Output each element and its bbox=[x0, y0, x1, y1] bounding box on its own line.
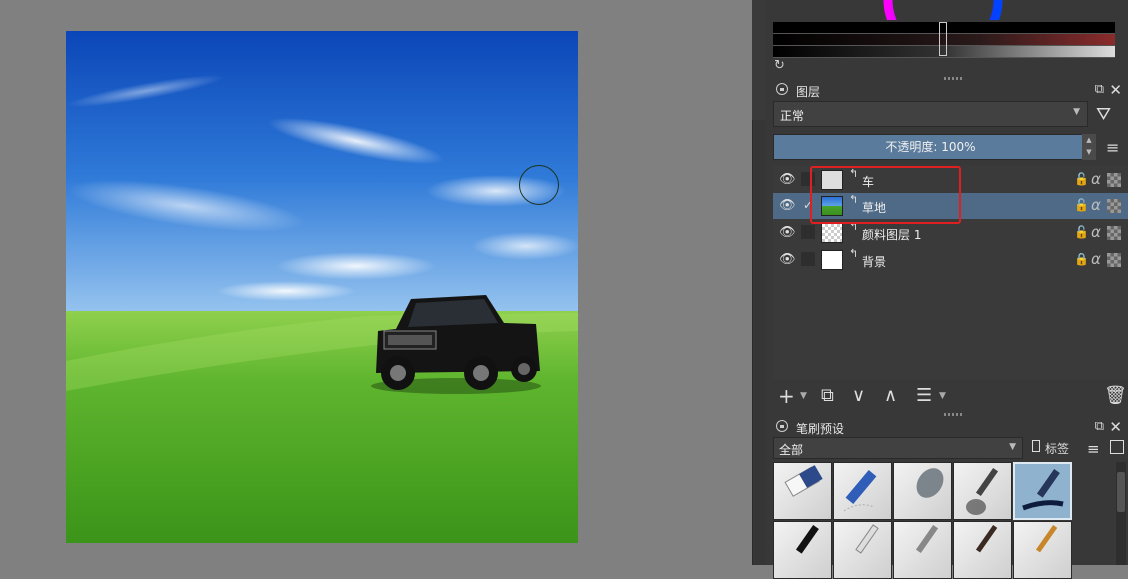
delete-layer-icon[interactable]: 🗑 bbox=[1104, 383, 1127, 409]
inherit-alpha-icon[interactable] bbox=[1107, 199, 1121, 213]
float-panel-icon[interactable]: ⧉ bbox=[1095, 82, 1104, 97]
preset-brush-orange[interactable] bbox=[1013, 521, 1072, 579]
preset-ink-pen[interactable] bbox=[953, 462, 1012, 520]
alpha-lock-icon[interactable]: α bbox=[1091, 170, 1101, 188]
color-gradient-strips[interactable] bbox=[773, 22, 1115, 58]
opacity-label: 不透明度: 100% bbox=[885, 140, 976, 154]
lock-icon[interactable]: 🔒 bbox=[1074, 252, 1089, 266]
close-icon[interactable]: ✕ bbox=[1109, 81, 1122, 99]
unlock-icon[interactable]: 🔓 bbox=[1074, 198, 1089, 212]
layers-panel-title: 图层 bbox=[796, 85, 821, 99]
layer-name: 颜料图层 1 bbox=[862, 228, 922, 242]
layer-properties-icon[interactable]: ☰ bbox=[916, 383, 932, 409]
preset-filter-select[interactable]: 全部 ▼ bbox=[773, 437, 1023, 459]
float-panel-icon[interactable]: ⧉ bbox=[1095, 419, 1104, 434]
color-strip-handle[interactable] bbox=[939, 22, 947, 56]
preset-brush-dark[interactable] bbox=[953, 521, 1012, 579]
brush-outline-cursor bbox=[519, 165, 559, 205]
layer-active-checkbox[interactable] bbox=[801, 252, 815, 266]
eye-icon[interactable]: 👁 bbox=[779, 225, 796, 240]
inherit-alpha-icon[interactable] bbox=[1107, 253, 1121, 267]
layers-panel-header: 图层 ⧉ ✕ bbox=[766, 80, 1128, 100]
inherit-alpha-icon[interactable] bbox=[1107, 226, 1121, 240]
canvas-area[interactable] bbox=[0, 0, 752, 565]
filter-icon[interactable]: ⛛ bbox=[1096, 104, 1111, 125]
image-canvas[interactable] bbox=[66, 31, 578, 543]
preset-scrollbar[interactable] bbox=[1116, 462, 1126, 565]
opacity-spin-buttons[interactable]: ▲ ▼ bbox=[1082, 134, 1096, 160]
add-layer-icon[interactable]: + bbox=[778, 383, 795, 409]
move-up-icon[interactable]: ∧ bbox=[884, 383, 897, 409]
alpha-lock-icon[interactable]: α bbox=[1091, 223, 1101, 241]
layer-name: 背景 bbox=[862, 255, 887, 269]
blend-mode-value: 正常 bbox=[780, 109, 805, 123]
eye-icon[interactable]: 👁 bbox=[779, 172, 796, 187]
blend-mode-select[interactable]: 正常 ▼ bbox=[773, 101, 1088, 127]
preset-marker[interactable] bbox=[833, 462, 892, 520]
chevron-down-icon: ▼ bbox=[1073, 107, 1080, 117]
preset-blue-pen-selected[interactable] bbox=[1013, 462, 1072, 520]
inherit-alpha-icon[interactable] bbox=[1107, 173, 1121, 187]
tag-button[interactable]: 标签 bbox=[1028, 437, 1082, 459]
layer-toolbar: + ▼ ⧉ ∨ ∧ ☰ ▼ 🗑 bbox=[766, 383, 1128, 411]
layer-active-checkbox[interactable] bbox=[801, 225, 815, 239]
unlock-icon[interactable]: 🔓 bbox=[1074, 225, 1089, 239]
annotation-highlight-box bbox=[810, 166, 961, 224]
preset-eraser[interactable] bbox=[773, 462, 832, 520]
layer-link-icon: ↰ bbox=[849, 247, 859, 260]
color-wheel[interactable] bbox=[878, 0, 1008, 20]
view-mode-icon[interactable] bbox=[1110, 440, 1124, 454]
brush-presets-title: 笔刷预设 bbox=[796, 422, 845, 436]
hamburger-menu-icon[interactable]: ≡ bbox=[1087, 440, 1100, 458]
layer-row-background[interactable]: 👁 ↰ 背景 🔒 α bbox=[773, 247, 1128, 273]
docker-scrollbar[interactable] bbox=[752, 120, 767, 565]
chevron-down-icon[interactable]: ▼ bbox=[800, 383, 807, 409]
canvas-image bbox=[66, 31, 578, 543]
alpha-lock-icon[interactable]: α bbox=[1091, 196, 1101, 214]
layer-thumbnail bbox=[821, 223, 843, 243]
right-docker: ↻ 图层 ⧉ ✕ 正常 ▼ ⛛ 不透明度: 100% ▲ ▼ ≡ 👁 ↰ 车 🔓 … bbox=[766, 0, 1128, 579]
chevron-down-icon[interactable]: ▼ bbox=[939, 383, 946, 409]
panel-resize-grip[interactable] bbox=[944, 413, 962, 416]
opacity-slider[interactable]: 不透明度: 100% bbox=[773, 134, 1088, 160]
preset-filter-value: 全部 bbox=[779, 443, 804, 457]
tag-label: 标签 bbox=[1045, 442, 1070, 456]
preset-pencil-light[interactable] bbox=[833, 521, 892, 579]
move-down-icon[interactable]: ∨ bbox=[852, 383, 865, 409]
unlock-icon[interactable]: 🔓 bbox=[1074, 172, 1089, 186]
brush-presets-header: 笔刷预设 ⧉ ✕ bbox=[766, 417, 1128, 437]
close-icon[interactable]: ✕ bbox=[1109, 418, 1122, 436]
eye-icon[interactable]: 👁 bbox=[779, 198, 796, 213]
bookmark-icon bbox=[1032, 440, 1040, 452]
brush-preset-grid bbox=[773, 462, 1073, 579]
lock-icon[interactable] bbox=[776, 420, 788, 432]
preset-pencil-grey[interactable] bbox=[893, 521, 952, 579]
preset-soft-eraser[interactable] bbox=[893, 462, 952, 520]
hamburger-menu-icon[interactable]: ≡ bbox=[1106, 138, 1119, 157]
chevron-down-icon: ▼ bbox=[1009, 442, 1016, 452]
layer-thumbnail bbox=[821, 250, 843, 270]
duplicate-layer-icon[interactable]: ⧉ bbox=[821, 383, 834, 409]
alpha-lock-icon[interactable]: α bbox=[1091, 250, 1101, 268]
preset-fineliner[interactable] bbox=[773, 521, 832, 579]
refresh-icon[interactable]: ↻ bbox=[774, 59, 788, 73]
eye-icon[interactable]: 👁 bbox=[779, 252, 796, 267]
lock-icon[interactable] bbox=[776, 83, 788, 95]
